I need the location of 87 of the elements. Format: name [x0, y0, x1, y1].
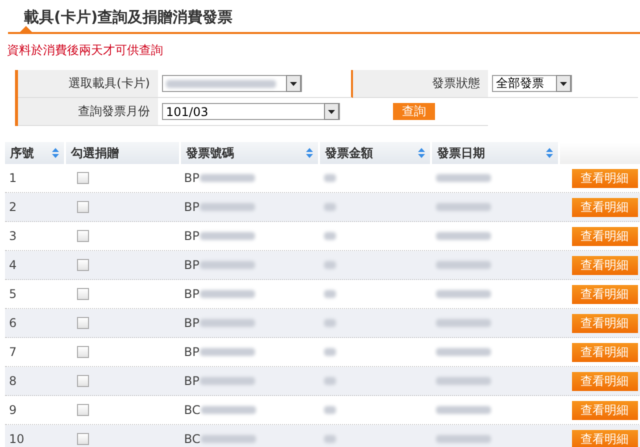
blurred-text — [200, 377, 256, 385]
donate-checkbox[interactable] — [77, 288, 89, 300]
blurred-text — [436, 261, 491, 269]
query-button[interactable]: 查詢 — [393, 103, 435, 120]
invoice-number-prefix: BP — [184, 258, 200, 272]
blurred-text — [324, 348, 336, 356]
blurred-text — [436, 174, 491, 182]
blurred-text — [436, 348, 491, 356]
field-label: 選取載具(卡片) — [68, 75, 150, 92]
row-number: 6 — [9, 316, 17, 330]
donate-checkbox[interactable] — [77, 404, 89, 416]
invoice-number-prefix: BP — [184, 200, 200, 214]
row-number: 10 — [9, 432, 24, 446]
blurred-text — [436, 290, 491, 298]
view-details-button[interactable]: 查看明細 — [572, 284, 638, 304]
view-details-button[interactable]: 查看明細 — [572, 226, 638, 246]
blurred-text — [324, 319, 336, 327]
donate-checkbox[interactable] — [77, 201, 89, 213]
row-number: 7 — [9, 345, 17, 359]
column-header[interactable]: 發票日期 — [432, 142, 558, 164]
row-number: 5 — [9, 287, 17, 301]
row-number: 1 — [9, 171, 17, 185]
blurred-text — [436, 203, 491, 211]
invoice-number-prefix: BP — [184, 374, 200, 388]
donate-checkbox[interactable] — [77, 375, 89, 387]
blurred-text — [436, 377, 491, 385]
row-number: 3 — [9, 229, 17, 243]
blurred-text — [324, 435, 336, 443]
invoice-number-prefix: BP — [184, 229, 200, 243]
blurred-text — [436, 406, 491, 414]
column-header[interactable]: 序號 — [5, 142, 64, 164]
blurred-text — [201, 406, 256, 414]
view-details-button[interactable]: 查看明細 — [572, 314, 638, 332]
donate-checkbox[interactable] — [77, 172, 89, 184]
invoice-number-prefix: BP — [184, 287, 200, 301]
donate-checkbox[interactable] — [77, 317, 89, 329]
dropdown-select[interactable]: 101/03 — [162, 103, 340, 120]
view-details-button[interactable]: 查看明細 — [572, 198, 638, 216]
blurred-text — [436, 232, 491, 240]
invoice-number-prefix: BP — [184, 345, 200, 359]
field-label: 發票狀態 — [432, 75, 480, 92]
blurred-text — [324, 203, 336, 211]
row-number: 8 — [9, 374, 17, 388]
row-number: 2 — [9, 200, 17, 214]
column-header[interactable]: 發票金額 — [320, 142, 430, 164]
invoice-number-prefix: BP — [184, 171, 200, 185]
blurred-text — [200, 232, 256, 240]
blurred-text — [436, 319, 491, 327]
notice-text: 資料於消費後兩天才可供查詢 — [7, 42, 164, 58]
blurred-text — [201, 435, 256, 443]
row-number: 9 — [9, 403, 17, 417]
blurred-text — [200, 319, 256, 327]
view-details-button[interactable]: 查看明細 — [572, 342, 638, 362]
donate-checkbox[interactable] — [77, 433, 89, 445]
sort-icon[interactable] — [52, 148, 59, 158]
blurred-text — [324, 377, 336, 385]
invoice-number-prefix: BP — [184, 316, 200, 330]
blurred-text — [324, 232, 336, 240]
donate-checkbox[interactable] — [77, 259, 89, 271]
blurred-text — [324, 174, 336, 182]
view-details-button[interactable]: 查看明細 — [572, 168, 638, 188]
blurred-text — [436, 435, 491, 443]
view-details-button[interactable]: 查看明細 — [572, 372, 638, 390]
blurred-text — [200, 174, 256, 182]
invoice-number-prefix: BC — [184, 403, 200, 417]
sort-icon[interactable] — [546, 148, 553, 158]
blurred-text — [324, 290, 336, 298]
blurred-text — [200, 261, 256, 269]
page-title: 載具(卡片)查詢及捐贈消費發票 — [24, 7, 234, 28]
donate-checkbox[interactable] — [77, 346, 89, 358]
sort-icon[interactable] — [418, 148, 425, 158]
blurred-text — [200, 348, 256, 356]
view-details-button[interactable]: 查看明細 — [572, 256, 638, 274]
sort-icon[interactable] — [306, 148, 314, 158]
view-details-button[interactable]: 查看明細 — [572, 430, 638, 447]
blurred-text — [200, 203, 256, 211]
invoice-number-prefix: BC — [184, 432, 200, 446]
field-label: 查詢發票月份 — [78, 103, 150, 120]
view-details-button[interactable]: 查看明細 — [572, 400, 638, 420]
dropdown-select[interactable]: 全部發票 — [492, 75, 572, 92]
column-header: 勾選捐贈 — [66, 142, 179, 164]
blurred-text — [324, 406, 336, 414]
blurred-text — [324, 261, 336, 269]
donate-checkbox[interactable] — [77, 230, 89, 242]
blurred-text — [200, 290, 256, 298]
row-number: 4 — [9, 258, 17, 272]
column-header[interactable]: 發票號碼 — [180, 142, 318, 164]
